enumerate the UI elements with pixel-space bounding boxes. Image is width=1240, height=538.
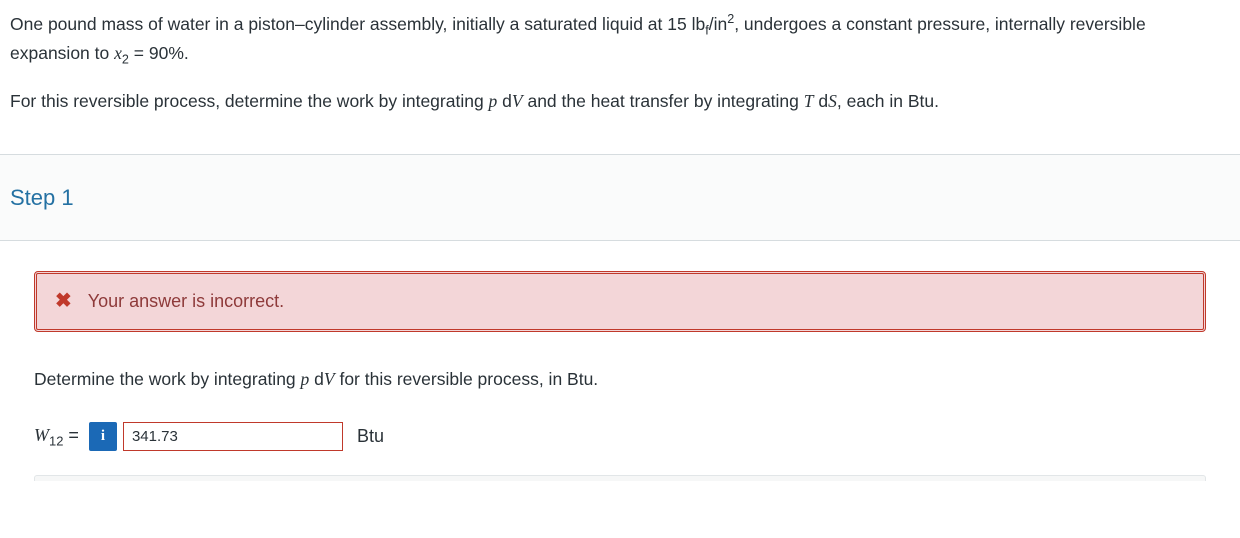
text: = 90%. [129,43,189,63]
unit-label: Btu [357,423,384,450]
subscript-12: 12 [49,434,63,449]
variable-label: W12 = [34,422,79,451]
info-icon[interactable]: i [89,422,117,451]
hint-section-top [34,475,1206,481]
text: d [814,91,829,111]
variable-p: p [301,369,310,389]
equals-sign: = [63,425,79,445]
text: d [497,91,512,111]
problem-statement: One pound mass of water in a piston–cyli… [0,0,1240,154]
text: /in [709,14,727,34]
problem-paragraph-1: One pound mass of water in a piston–cyli… [10,10,1230,70]
text: d [309,369,324,389]
text: Determine the work by integrating [34,369,301,389]
variable-W: W [34,425,49,445]
feedback-banner: ✖ Your answer is incorrect. [34,271,1206,332]
step-header-section: Step 1 [0,154,1240,241]
variable-S: S [828,91,837,111]
feedback-message: Your answer is incorrect. [88,288,284,315]
answer-row: W12 = i Btu [34,422,1206,451]
answer-input[interactable] [123,422,343,451]
problem-paragraph-2: For this reversible process, determine t… [10,88,1230,114]
sub-prompt: Determine the work by integrating p dV f… [34,366,1206,392]
variable-V: V [324,369,335,389]
text: , each in Btu. [837,91,939,111]
variable-p: p [489,91,498,111]
subscript-2: 2 [122,53,129,67]
variable-T: T [804,91,814,111]
step-heading[interactable]: Step 1 [0,155,1240,240]
text: for this reversible process, in Btu. [335,369,599,389]
variable-x: x [114,43,122,63]
text: For this reversible process, determine t… [10,91,489,111]
step-body: ✖ Your answer is incorrect. Determine th… [0,241,1240,475]
variable-V: V [512,91,523,111]
text: and the heat transfer by integrating [523,91,804,111]
text: One pound mass of water in a piston–cyli… [10,14,705,34]
incorrect-icon: ✖ [55,291,72,311]
